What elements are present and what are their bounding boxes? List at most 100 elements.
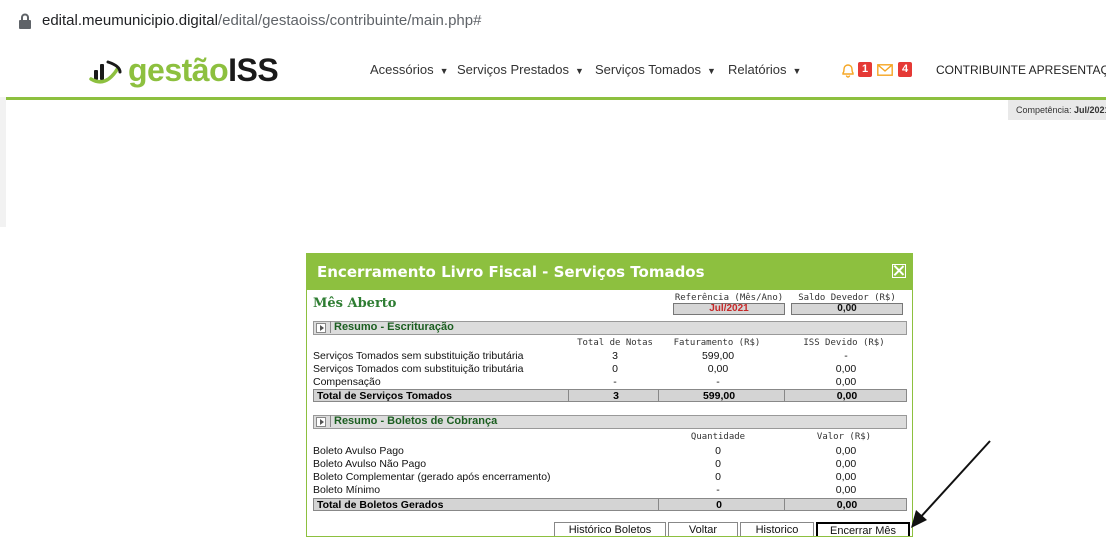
- total-qtd: 0: [716, 499, 722, 511]
- col-iss-devido: ISS Devido (R$): [803, 338, 885, 348]
- expand-arrow-icon[interactable]: [316, 323, 326, 333]
- column-divider: [658, 390, 659, 401]
- row-label: Boleto Avulso Pago: [313, 445, 404, 457]
- menu-relatorios[interactable]: Relatórios ▼: [728, 62, 801, 77]
- logo-bars-icon: [89, 60, 122, 84]
- menu-label: Relatórios: [728, 62, 787, 77]
- url-path: /edital/gestaoiss/contribuinte/main.php#: [217, 12, 482, 29]
- row-notas: 0: [612, 363, 618, 375]
- menu-label: Serviços Tomados: [595, 62, 701, 77]
- row-iss: 0,00: [835, 363, 857, 375]
- encerramento-dialog: Encerramento Livro Fiscal - Serviços Tom…: [306, 253, 913, 537]
- col-faturamento: Faturamento (R$): [673, 338, 761, 348]
- col-total-notas: Total de Notas: [577, 338, 653, 348]
- url-host: edital.meumunicipio.digital: [42, 12, 218, 29]
- dialog-header: Encerramento Livro Fiscal - Serviços Tom…: [307, 254, 912, 290]
- section-title: Resumo - Escrituração: [330, 321, 454, 333]
- logo-text-gestao: gestão: [128, 52, 229, 88]
- table-row: Serviços Tomados com substituição tribut…: [313, 363, 907, 375]
- total-row-boletos: Total de Boletos Gerados 0 0,00: [313, 498, 907, 511]
- section-title: Resumo - Boletos de Cobrança: [330, 415, 497, 427]
- section-escrituracao[interactable]: Resumo - Escrituração: [313, 321, 907, 335]
- row-label: Serviços Tomados com substituição tribut…: [313, 363, 524, 375]
- user-menu[interactable]: CONTRIBUINTE APRESENTAÇÃO ▼: [936, 63, 1106, 77]
- expand-arrow-icon[interactable]: [316, 417, 326, 427]
- row-valor: 0,00: [835, 484, 857, 496]
- month-status: Mês Aberto: [313, 296, 397, 311]
- url-text[interactable]: edital.meumunicipio.digital/edital/gesta…: [42, 12, 481, 29]
- saldo-label: Saldo Devedor (R$): [798, 293, 896, 303]
- table-row: Compensação - - 0,00: [313, 376, 907, 388]
- row-iss: -: [844, 350, 848, 362]
- row-qtd: -: [716, 484, 720, 496]
- historico-boletos-button[interactable]: Histórico Boletos: [554, 522, 666, 536]
- lock-icon: [19, 13, 31, 29]
- column-divider: [568, 390, 569, 401]
- menu-label: Serviços Prestados: [457, 62, 569, 77]
- row-label: Compensação: [313, 376, 381, 388]
- row-iss: 0,00: [835, 376, 857, 388]
- side-panel-edge: [0, 97, 6, 227]
- col-quantidade: Quantidade: [690, 432, 746, 442]
- historico-button[interactable]: Historico: [740, 522, 814, 536]
- total-notas: 3: [613, 390, 619, 402]
- table-row: Boleto Avulso Pago 0 0,00: [313, 445, 907, 457]
- competencia-value: Jul/2021: [1074, 105, 1106, 115]
- column-divider: [784, 390, 785, 401]
- competencia-label: Competência:: [1016, 105, 1072, 115]
- row-qtd: 0: [715, 445, 721, 457]
- caret-down-icon: ▼: [792, 66, 802, 76]
- row-qtd: 0: [715, 458, 721, 470]
- bell-icon[interactable]: [840, 62, 856, 78]
- caret-down-icon: ▼: [706, 66, 716, 76]
- annotation-arrow-icon: [911, 440, 991, 528]
- saldo-value: 0,00: [791, 303, 903, 315]
- encerrar-mes-button[interactable]: Encerrar Mês: [816, 522, 910, 536]
- row-valor: 0,00: [835, 458, 857, 470]
- row-faturamento: 599,00: [701, 350, 735, 362]
- row-valor: 0,00: [835, 445, 857, 457]
- mail-icon[interactable]: [877, 64, 893, 76]
- menu-servicos-prestados[interactable]: Serviços Prestados ▼: [457, 62, 584, 77]
- column-divider: [658, 499, 659, 510]
- total-label: Total de Serviços Tomados: [317, 390, 452, 402]
- row-faturamento: -: [716, 376, 720, 388]
- col-valor: Valor (R$): [816, 432, 872, 442]
- row-label: Boleto Avulso Não Pago: [313, 458, 427, 470]
- row-label: Boleto Mínimo: [313, 484, 381, 496]
- total-iss: 0,00: [836, 390, 858, 402]
- total-row-servicos: Total de Serviços Tomados 3 599,00 0,00: [313, 389, 907, 402]
- table-row: Boleto Avulso Não Pago 0 0,00: [313, 458, 907, 470]
- voltar-button[interactable]: Voltar: [668, 522, 738, 536]
- referencia-label: Referência (Mês/Ano): [674, 293, 784, 303]
- referencia-value: Jul/2021: [673, 303, 785, 315]
- column-divider: [784, 499, 785, 510]
- row-label: Boleto Complementar (gerado após encerra…: [313, 471, 551, 483]
- table-row: Serviços Tomados sem substituição tribut…: [313, 350, 907, 362]
- row-notas: -: [613, 376, 617, 388]
- notifications-badge[interactable]: 1: [858, 62, 872, 77]
- menu-acessorios[interactable]: Acessórios ▼: [370, 62, 449, 77]
- row-valor: 0,00: [835, 471, 857, 483]
- table-row: Boleto Complementar (gerado após encerra…: [313, 471, 907, 483]
- dialog-title: Encerramento Livro Fiscal - Serviços Tom…: [317, 263, 705, 281]
- caret-down-icon: ▼: [439, 66, 449, 76]
- row-faturamento: 0,00: [707, 363, 729, 375]
- close-icon[interactable]: [892, 264, 906, 278]
- row-qtd: 0: [715, 471, 721, 483]
- menu-label: Acessórios: [370, 62, 434, 77]
- table-row: Boleto Mínimo - 0,00: [313, 484, 907, 496]
- logo-text-iss: ISS: [228, 52, 279, 88]
- row-label: Serviços Tomados sem substituição tribut…: [313, 350, 524, 362]
- total-valor: 0,00: [836, 499, 858, 511]
- browser-url-bar[interactable]: edital.meumunicipio.digital/edital/gesta…: [0, 0, 1106, 44]
- section-boletos[interactable]: Resumo - Boletos de Cobrança: [313, 415, 907, 429]
- menu-servicos-tomados[interactable]: Serviços Tomados ▼: [595, 62, 716, 77]
- row-notas: 3: [612, 350, 618, 362]
- total-faturamento: 599,00: [702, 390, 736, 402]
- user-label: CONTRIBUINTE APRESENTAÇÃO: [936, 63, 1106, 77]
- total-label: Total de Boletos Gerados: [317, 499, 444, 511]
- caret-down-icon: ▼: [575, 66, 584, 76]
- competencia-indicator: Competência: Jul/2021: [1008, 100, 1106, 120]
- messages-badge[interactable]: 4: [898, 62, 912, 77]
